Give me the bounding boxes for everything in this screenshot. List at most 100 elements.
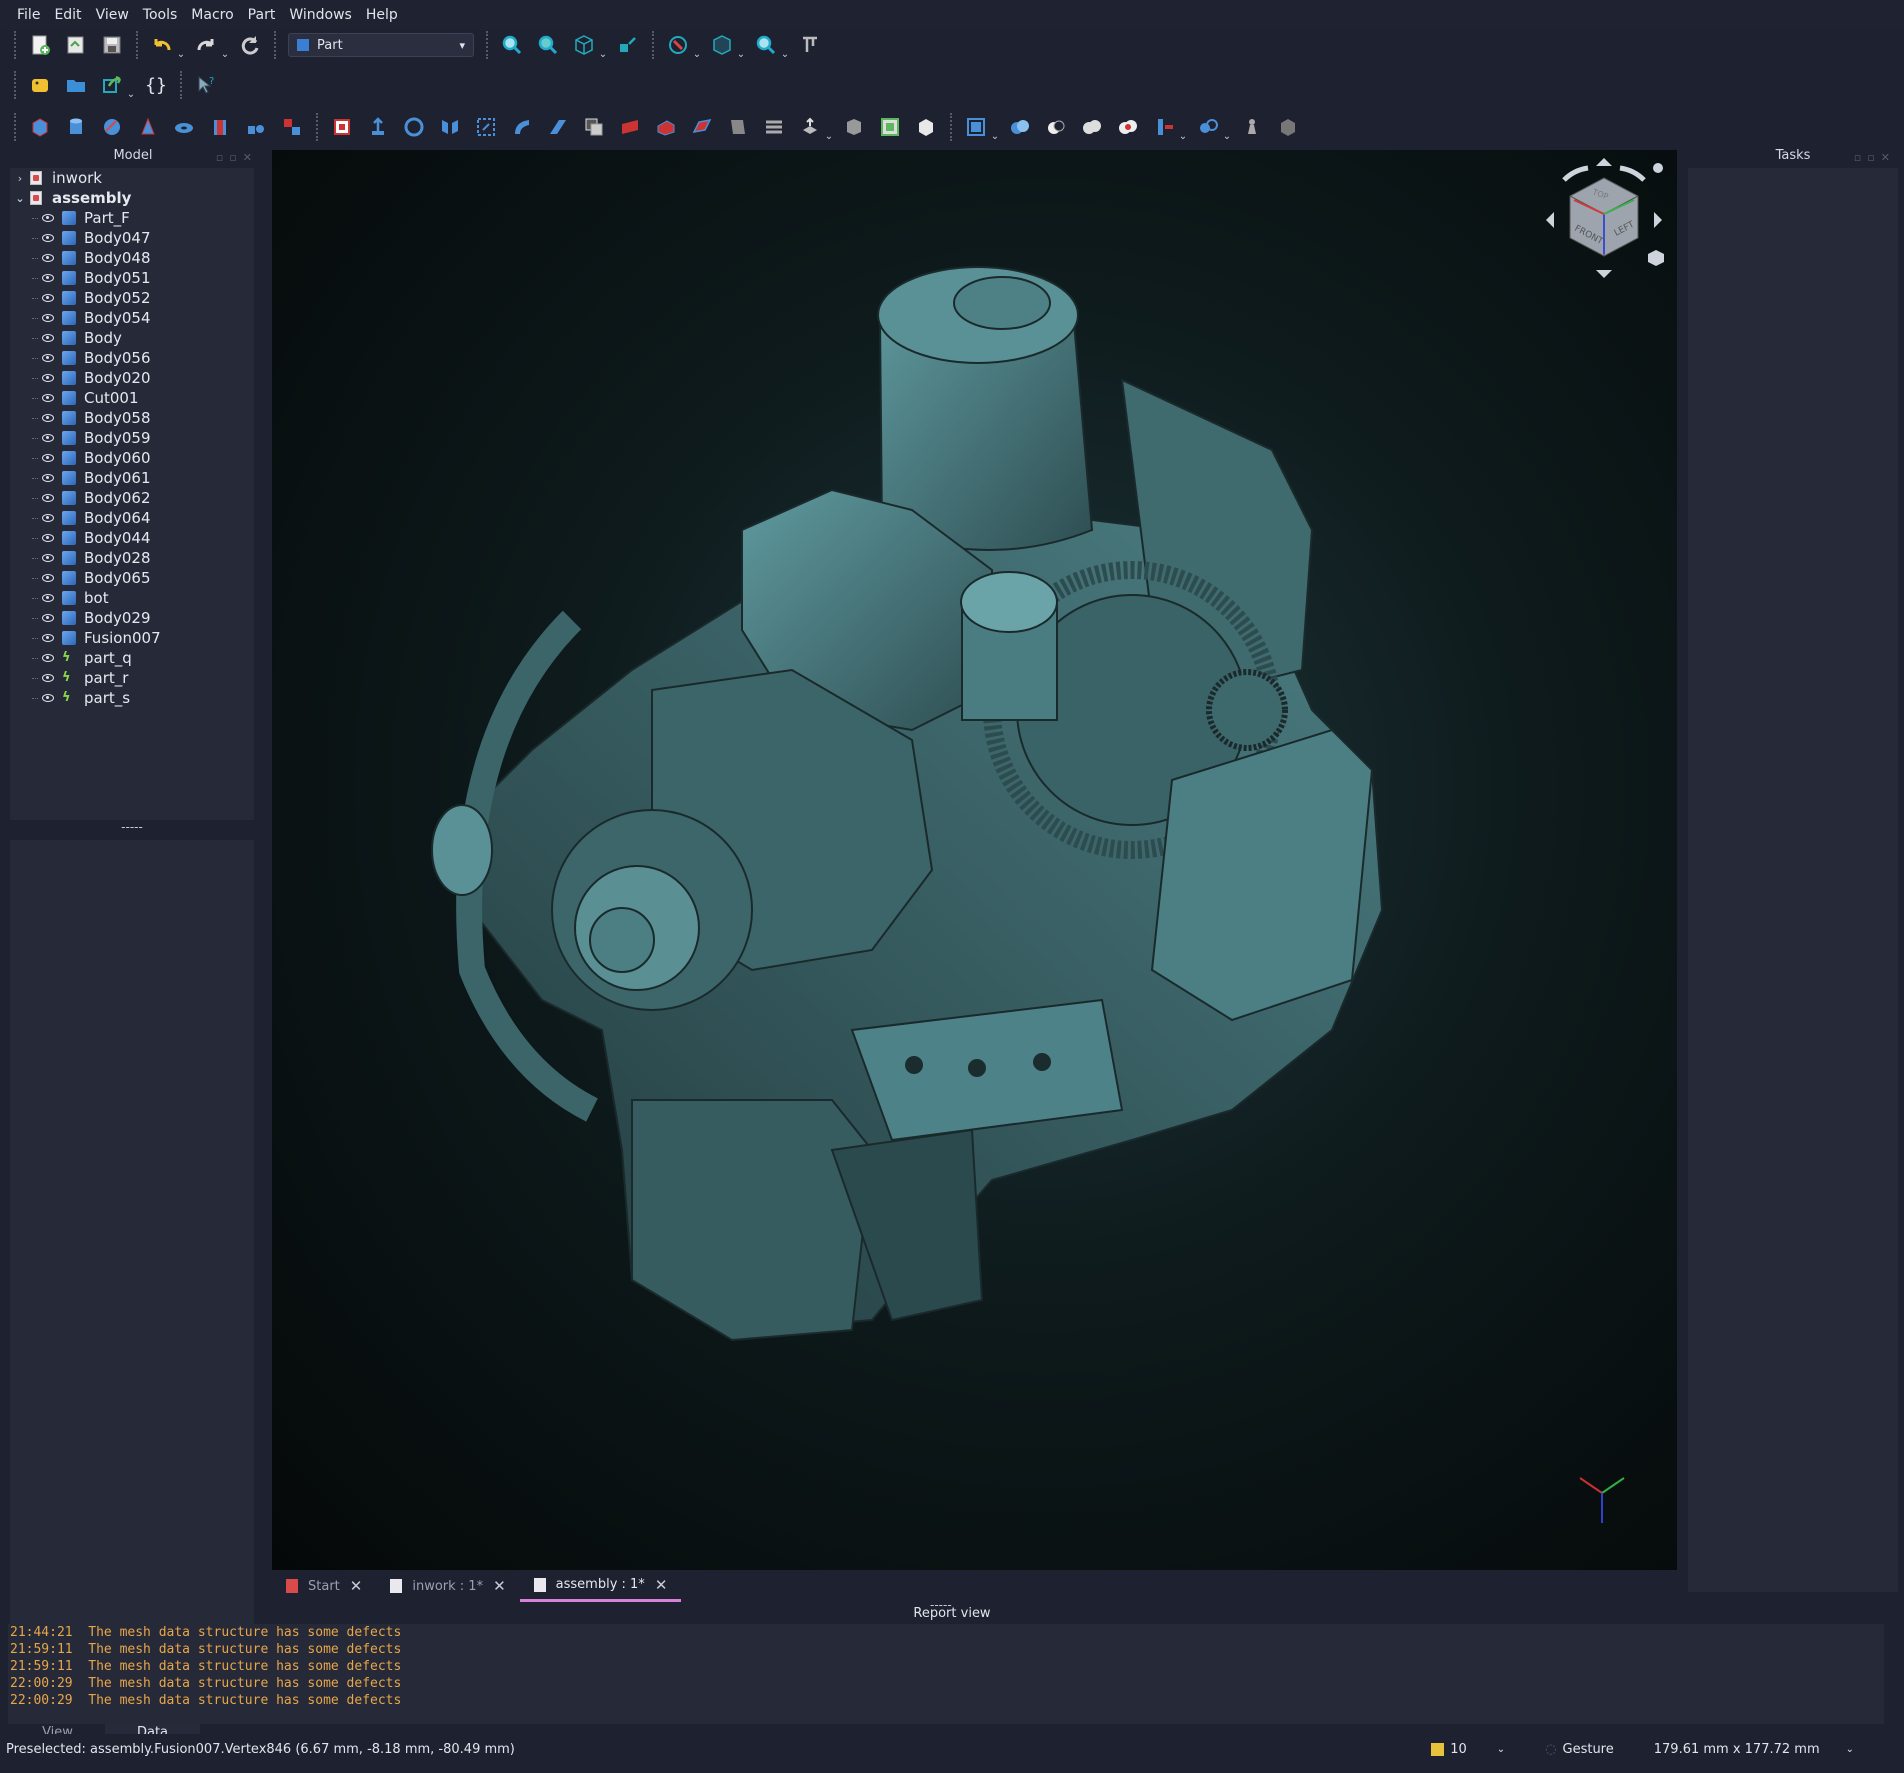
tree-item[interactable]: ϟ part_s — [10, 688, 254, 708]
join-dropdown[interactable]: ⌄ — [1222, 112, 1232, 142]
tree-item[interactable]: Body064 — [10, 508, 254, 528]
tab-start[interactable]: Start ✕ — [272, 1570, 376, 1602]
report-view[interactable]: 21:44:21 The mesh data structure has som… — [8, 1624, 1884, 1724]
open-button[interactable] — [61, 30, 91, 60]
tree-item[interactable]: Body020 — [10, 368, 254, 388]
execute-macro-button[interactable] — [97, 70, 127, 100]
visibility-eye-icon[interactable] — [42, 214, 54, 222]
part-torus-button[interactable] — [169, 112, 199, 142]
rotate-cw-icon[interactable] — [1619, 165, 1646, 182]
visibility-eye-icon[interactable] — [42, 414, 54, 422]
navigation-style[interactable]: ◌ Gesture — [1525, 1742, 1634, 1757]
tree-item[interactable]: bot — [10, 588, 254, 608]
part-section-button[interactable] — [651, 112, 681, 142]
macros-button[interactable] — [61, 70, 91, 100]
undo-dropdown[interactable]: ⌄ — [176, 30, 186, 60]
measure-zoom-button[interactable] — [751, 30, 781, 60]
section-view-dropdown[interactable]: ⌄ — [736, 30, 746, 60]
std-views-dropdown[interactable]: ⌄ — [598, 30, 608, 60]
part-cross-sections-button[interactable] — [687, 112, 717, 142]
close-icon[interactable]: ✕ — [655, 1576, 668, 1594]
panel-controls[interactable]: ▫▫✕ — [1854, 148, 1896, 168]
tree-item[interactable]: ⌄ assembly — [10, 188, 254, 208]
nav-menu-icon[interactable] — [1653, 163, 1663, 173]
part-chamfer-button[interactable] — [471, 112, 501, 142]
part-mirror-button[interactable] — [399, 112, 429, 142]
refresh-button[interactable] — [235, 30, 265, 60]
part-color-button[interactable] — [911, 112, 941, 142]
part-join-button[interactable] — [1193, 112, 1223, 142]
fit-all-button[interactable] — [497, 30, 527, 60]
chevron-right-icon[interactable]: › — [10, 172, 30, 185]
part-make-face-button[interactable] — [507, 112, 537, 142]
visibility-eye-icon[interactable] — [42, 454, 54, 462]
tree-item[interactable]: Body044 — [10, 528, 254, 548]
visibility-eye-icon[interactable] — [42, 254, 54, 262]
shape-builder-button[interactable] — [277, 112, 307, 142]
part-face-maker-button[interactable] — [875, 112, 905, 142]
navigation-cube[interactable]: FRONT LEFT TOP — [1534, 150, 1674, 290]
notification-area[interactable]: 10 ⌄ — [1411, 1742, 1525, 1757]
nav-up-arrow-icon[interactable] — [1596, 158, 1612, 166]
visibility-eye-icon[interactable] — [42, 694, 54, 702]
workbench-selector[interactable]: Part ▾ — [288, 33, 474, 57]
tree-item[interactable]: Body058 — [10, 408, 254, 428]
visibility-eye-icon[interactable] — [42, 494, 54, 502]
part-fuse-button[interactable] — [1077, 112, 1107, 142]
visibility-eye-icon[interactable] — [42, 274, 54, 282]
visibility-eye-icon[interactable] — [42, 354, 54, 362]
split-dropdown[interactable]: ⌄ — [1178, 112, 1188, 142]
tree-item[interactable]: Body051 — [10, 268, 254, 288]
visibility-eye-icon[interactable] — [42, 234, 54, 242]
visibility-eye-icon[interactable] — [42, 374, 54, 382]
python-console-button[interactable]: {} — [141, 70, 171, 100]
macro-dropdown[interactable]: ⌄ — [126, 70, 136, 100]
tree-item[interactable]: ϟ part_q — [10, 648, 254, 668]
draw-style-button[interactable] — [663, 30, 693, 60]
macro-record-button[interactable] — [25, 70, 55, 100]
offset-dropdown[interactable]: ⌄ — [824, 112, 834, 142]
draw-style-dropdown[interactable]: ⌄ — [692, 30, 702, 60]
visibility-eye-icon[interactable] — [42, 294, 54, 302]
nav-right-arrow-icon[interactable] — [1654, 212, 1662, 228]
part-extrude-button[interactable] — [327, 112, 357, 142]
tree-item[interactable]: Body029 — [10, 608, 254, 628]
zoom-dropdown[interactable]: ⌄ — [780, 30, 790, 60]
redo-dropdown[interactable]: ⌄ — [220, 30, 230, 60]
section-view-button[interactable] — [707, 30, 737, 60]
tree-item[interactable]: Body056 — [10, 348, 254, 368]
part-thickness-button[interactable] — [759, 112, 789, 142]
part-attachment-button[interactable] — [839, 112, 869, 142]
close-icon[interactable]: ✕ — [493, 1577, 506, 1595]
tree-item[interactable]: Body065 — [10, 568, 254, 588]
tree-item[interactable]: Body052 — [10, 288, 254, 308]
part-boolean-button[interactable] — [1005, 112, 1035, 142]
tree-item[interactable]: Body059 — [10, 428, 254, 448]
visibility-eye-icon[interactable] — [42, 654, 54, 662]
part-fillet-button[interactable] — [435, 112, 465, 142]
part-revolve-button[interactable] — [363, 112, 393, 142]
part-cut-button[interactable] — [1041, 112, 1071, 142]
save-button[interactable] — [97, 30, 127, 60]
nav-down-arrow-icon[interactable] — [1596, 270, 1612, 278]
bounding-box-button[interactable] — [613, 30, 643, 60]
visibility-eye-icon[interactable] — [42, 334, 54, 342]
tree-item[interactable]: Cut001 — [10, 388, 254, 408]
dimension-readout[interactable]: 179.61 mm x 177.72 mm ⌄ — [1634, 1742, 1874, 1757]
tab-inwork[interactable]: inwork : 1* ✕ — [376, 1570, 519, 1602]
fit-selection-button[interactable] — [533, 30, 563, 60]
part-defeaturing-button[interactable] — [1273, 112, 1303, 142]
chevron-down-icon[interactable]: ⌄ — [10, 192, 30, 205]
undo-button[interactable] — [147, 30, 177, 60]
redo-button[interactable] — [191, 30, 221, 60]
part-box-button[interactable] — [25, 112, 55, 142]
visibility-eye-icon[interactable] — [42, 394, 54, 402]
visibility-eye-icon[interactable] — [42, 674, 54, 682]
part-compound-button[interactable] — [961, 112, 991, 142]
std-views-button[interactable] — [569, 30, 599, 60]
compound-dropdown[interactable]: ⌄ — [990, 112, 1000, 142]
part-offset-button[interactable] — [723, 112, 753, 142]
visibility-eye-icon[interactable] — [42, 534, 54, 542]
3d-viewport[interactable]: FRONT LEFT TOP — [272, 150, 1677, 1570]
part-ruled-surface-button[interactable] — [543, 112, 573, 142]
